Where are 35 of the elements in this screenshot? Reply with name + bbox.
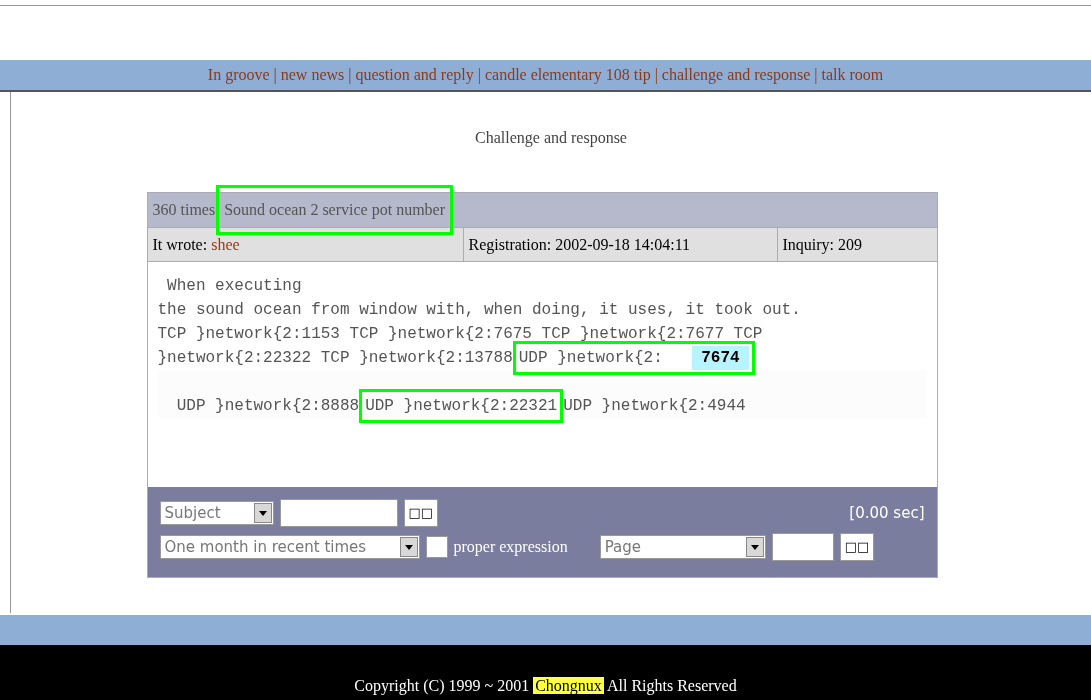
elapsed-time: [0.00 sec]: [849, 502, 925, 524]
body-text: the sound ocean from window with, when doing, it uses, it took out.: [157, 300, 801, 321]
author-link[interactable]: shee: [211, 232, 240, 257]
page-go-button[interactable]: □□: [839, 533, 875, 561]
separator: |: [814, 65, 818, 86]
view-count: 360 times: [152, 200, 216, 220]
page-title: Challenge and response: [475, 128, 627, 149]
body-text: UDP }network{2:8888: [175, 396, 360, 417]
body-text: When executing: [166, 276, 302, 297]
nav-link[interactable]: question and reply: [355, 63, 474, 87]
regex-label: proper expression: [453, 537, 568, 558]
subject-select[interactable]: Subject: [159, 501, 274, 525]
separator: |: [348, 65, 352, 86]
body-text: }network{2:22322 TCP }network{2:13788: [157, 348, 513, 369]
highlighted-text: UDP }network{2: 7674: [512, 341, 756, 375]
nav-link[interactable]: new news: [280, 63, 345, 87]
copyright-text: Copyright (C) 1999 ~ 2001 Chongnux All Rights Reserved: [354, 676, 737, 697]
page-input[interactable]: [771, 533, 834, 561]
nav-link[interactable]: In groove: [207, 63, 270, 87]
search-button[interactable]: □□: [403, 499, 439, 527]
search-input[interactable]: [279, 499, 398, 527]
separator: |: [654, 65, 658, 86]
highlighted-text: UDP }network{2:22321: [359, 389, 564, 423]
nav-link[interactable]: challenge and response: [661, 63, 811, 87]
page-select[interactable]: Page: [599, 535, 766, 559]
separator: |: [477, 65, 481, 86]
body-text: UDP }network{2:4944: [563, 396, 746, 417]
inquiry-count: Inquiry: 209: [781, 234, 864, 256]
nav-link[interactable]: talk room: [821, 63, 884, 87]
separator: |: [273, 65, 277, 86]
regex-checkbox[interactable]: [425, 536, 448, 558]
period-select[interactable]: One month in recent times: [159, 535, 420, 559]
author-label: It wrote:: [152, 234, 208, 255]
post-title: Sound ocean 2 service pot number: [216, 185, 453, 235]
nav-link[interactable]: candle elementary 108 tip: [484, 63, 651, 87]
